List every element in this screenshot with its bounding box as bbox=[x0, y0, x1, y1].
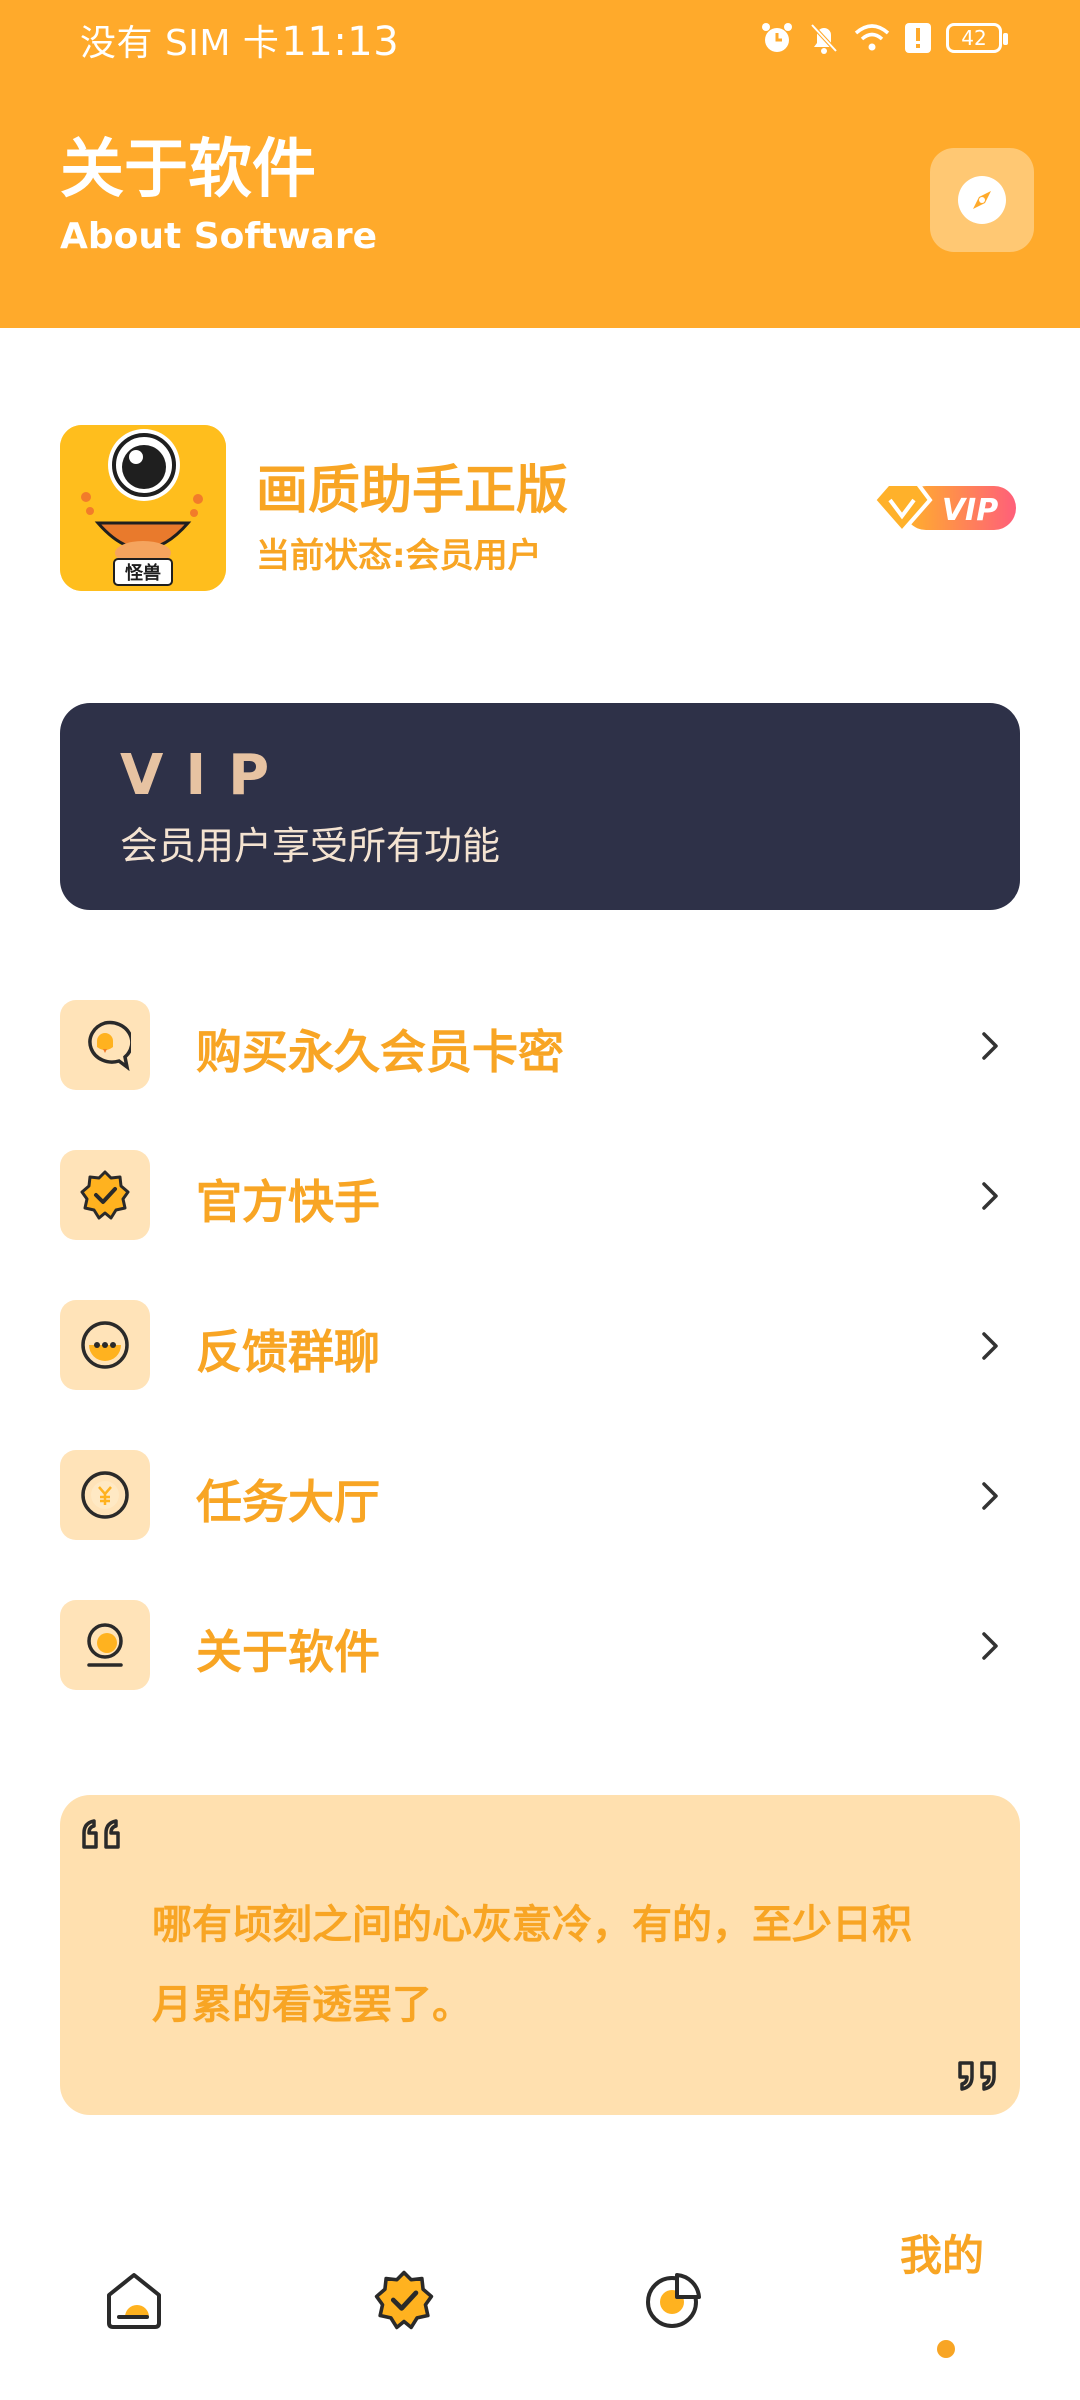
message-icon bbox=[81, 1321, 129, 1369]
yen-coin-icon bbox=[81, 1471, 129, 1519]
chart-icon bbox=[646, 2273, 701, 2328]
menu-label: 反馈群聊 bbox=[196, 1325, 380, 1379]
chevron-right-icon bbox=[982, 1332, 998, 1360]
home-icon bbox=[107, 2273, 161, 2329]
alarm-icon bbox=[762, 23, 792, 52]
wifi-icon bbox=[854, 24, 890, 51]
about-icon bbox=[87, 1623, 123, 1667]
svg-text:怪兽: 怪兽 bbox=[125, 562, 161, 584]
chevron-right-icon bbox=[982, 1032, 998, 1060]
chat-icon bbox=[88, 1020, 131, 1071]
chevron-right-icon bbox=[982, 1482, 998, 1510]
app-name: 画质助手正版 bbox=[256, 461, 569, 521]
menu-icon-box bbox=[60, 1150, 150, 1240]
vip-badge-text: VIP bbox=[942, 493, 998, 528]
header: 没有 SIM 卡11:13 42 关于软件 About Software bbox=[0, 0, 1080, 328]
menu-item-official-kuaishou[interactable]: 官方快手 bbox=[0, 1140, 1080, 1250]
verified-icon bbox=[80, 1170, 130, 1220]
menu-item-about-software[interactable]: 关于软件 bbox=[0, 1590, 1080, 1700]
monster-logo-icon: 怪兽 bbox=[60, 425, 226, 591]
menu-icon-box bbox=[60, 1450, 150, 1540]
verified-icon bbox=[374, 2270, 434, 2330]
open-quote-icon bbox=[82, 1819, 120, 1849]
vip-card[interactable]: VIP 会员用户享受所有功能 bbox=[60, 703, 1020, 910]
nav-verified[interactable] bbox=[344, 2230, 464, 2370]
menu-label: 购买永久会员卡密 bbox=[196, 1025, 564, 1079]
app-status: 当前状态:会员用户 bbox=[256, 536, 542, 576]
compass-icon bbox=[958, 176, 1006, 224]
nav-active-indicator bbox=[937, 2340, 955, 2358]
menu-icon-box bbox=[60, 1600, 150, 1690]
menu-label: 官方快手 bbox=[196, 1175, 380, 1229]
vip-badge: VIP bbox=[870, 476, 1020, 538]
quote-text: 哪有顷刻之间的心灰意冷，有的，至少日积月累的看透罢了。 bbox=[152, 1902, 912, 2028]
alert-icon bbox=[905, 23, 931, 53]
menu-label: 任务大厅 bbox=[196, 1475, 380, 1529]
chevron-right-icon bbox=[982, 1632, 998, 1660]
app-icon: 怪兽 bbox=[60, 425, 226, 591]
time-text: 11:13 bbox=[281, 19, 400, 65]
status-icons: 42 bbox=[760, 18, 1008, 58]
quote-card: 哪有顷刻之间的心灰意冷，有的，至少日积月累的看透罢了。 bbox=[60, 1795, 1020, 2115]
vip-card-title: VIP bbox=[120, 743, 292, 808]
vip-card-description: 会员用户享受所有功能 bbox=[120, 824, 501, 868]
menu-icon-box bbox=[60, 1000, 150, 1090]
menu-icon-box bbox=[60, 1300, 150, 1390]
page-title: 关于软件 bbox=[60, 133, 316, 207]
menu-item-task-hall[interactable]: 任务大厅 bbox=[0, 1440, 1080, 1550]
carrier-text: 没有 SIM 卡 bbox=[80, 23, 280, 64]
nav-stats[interactable] bbox=[614, 2230, 734, 2370]
menu-item-feedback-group[interactable]: 反馈群聊 bbox=[0, 1290, 1080, 1400]
mute-bell-icon bbox=[810, 23, 838, 54]
close-quote-icon bbox=[958, 2061, 996, 2091]
nav-mine-label[interactable]: 我的 bbox=[900, 2222, 984, 2283]
battery-icon: 42 bbox=[946, 23, 1008, 53]
status-bar: 没有 SIM 卡11:13 42 bbox=[0, 0, 1080, 76]
menu-item-buy-membership[interactable]: 购买永久会员卡密 bbox=[0, 990, 1080, 1100]
page-subtitle: About Software bbox=[60, 216, 377, 257]
menu-label: 关于软件 bbox=[196, 1625, 380, 1679]
chevron-right-icon bbox=[982, 1182, 998, 1210]
status-left: 没有 SIM 卡11:13 bbox=[80, 14, 399, 66]
compass-button[interactable] bbox=[930, 148, 1034, 252]
nav-home[interactable] bbox=[74, 2230, 194, 2370]
